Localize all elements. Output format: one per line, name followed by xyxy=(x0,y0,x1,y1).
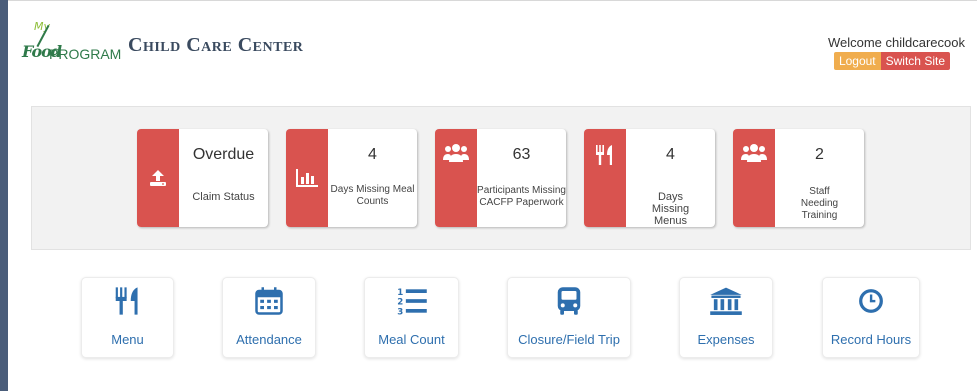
stat-value: Overdue xyxy=(192,146,255,163)
svg-text:2: 2 xyxy=(397,298,403,308)
stat-card-staff-needing-training[interactable]: 2 Staff Needing Training xyxy=(733,129,864,227)
stat-label: Staff Needing Training xyxy=(800,186,839,221)
bank-icon xyxy=(710,287,742,315)
account-buttons: Logout Switch Site xyxy=(833,52,950,70)
dashboard-stats-panel: Overdue Claim Status 4 Days Missing Meal… xyxy=(31,106,971,250)
welcome-text: Welcome childcarecook xyxy=(827,35,965,50)
calendar-icon xyxy=(255,287,283,315)
record-hours-card[interactable]: Record Hours xyxy=(822,277,920,358)
stat-value: 4 xyxy=(368,146,377,163)
aicon xyxy=(508,286,630,316)
logo-program-text: PROGRAM xyxy=(49,46,122,62)
aicon xyxy=(823,286,919,316)
icon-box xyxy=(733,129,775,227)
stat-label: Claim Status xyxy=(192,191,255,203)
users-icon xyxy=(741,144,767,162)
stat-card-participants-missing-paperwork[interactable]: 63 Participants Missing CACFP Paperwork xyxy=(435,129,566,227)
stat-card-days-missing-meal-counts[interactable]: 4 Days Missing Meal Counts xyxy=(286,129,417,227)
aicon xyxy=(680,286,772,316)
icon-box xyxy=(584,129,626,227)
svg-text:3: 3 xyxy=(397,308,403,316)
stat-card-days-missing-menus[interactable]: 4 Days Missing Menus xyxy=(584,129,715,227)
bus-icon xyxy=(557,287,581,315)
icon-box xyxy=(286,129,328,227)
menu-card[interactable]: Menu xyxy=(81,277,174,358)
aicon: 1 2 3 xyxy=(365,286,458,316)
numbered-list-icon: 1 2 3 xyxy=(397,288,427,316)
utensils-icon xyxy=(596,145,612,165)
users-icon xyxy=(443,144,469,162)
top-divider xyxy=(8,0,977,1)
icon-box xyxy=(137,129,179,227)
closure-field-trip-label: Closure/Field Trip xyxy=(518,332,620,347)
record-hours-label: Record Hours xyxy=(830,332,912,347)
window-left-border xyxy=(0,0,8,391)
page-title: Child Care Center xyxy=(128,34,304,56)
meal-count-label: Meal Count xyxy=(378,332,445,347)
stat-value: 4 xyxy=(666,146,675,163)
closure-field-trip-card[interactable]: Closure/Field Trip xyxy=(507,277,631,358)
stat-label: Participants Missing CACFP Paperwork xyxy=(477,185,566,208)
stat-label: Days Missing Meal Counts xyxy=(330,184,415,207)
attendance-label: Attendance xyxy=(236,332,302,347)
stat-value: 63 xyxy=(512,146,531,163)
svg-text:1: 1 xyxy=(397,288,403,298)
expenses-label: Expenses xyxy=(697,332,755,347)
aicon xyxy=(223,286,315,316)
logout-button[interactable]: Logout xyxy=(833,52,881,70)
aicon xyxy=(82,286,173,316)
utensils-icon xyxy=(115,287,138,315)
stat-value: 2 xyxy=(815,146,824,163)
switch-site-button[interactable]: Switch Site xyxy=(880,52,950,70)
expenses-card[interactable]: Expenses xyxy=(679,277,773,358)
upload-icon xyxy=(150,170,166,186)
stat-label: Days Missing Menus xyxy=(651,191,690,227)
myfoodprogram-logo[interactable]: My Food PROGRAM xyxy=(22,20,122,64)
meal-count-card[interactable]: 1 2 3 Meal Count xyxy=(364,277,459,358)
clock-icon xyxy=(859,289,883,313)
bar-chart-icon xyxy=(296,169,318,187)
menu-label: Menu xyxy=(111,332,144,347)
stat-card-claim-status[interactable]: Overdue Claim Status xyxy=(137,129,268,227)
attendance-card[interactable]: Attendance xyxy=(222,277,316,358)
icon-box xyxy=(435,129,477,227)
